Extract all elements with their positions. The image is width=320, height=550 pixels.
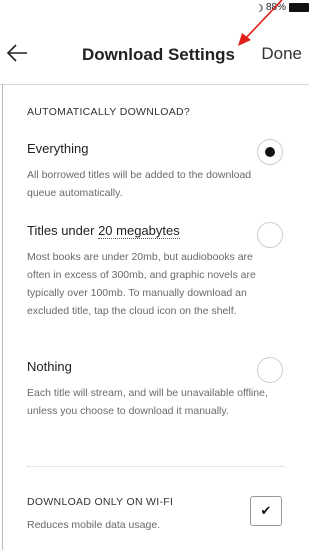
wifi-only-checkbox[interactable]: ✔ [250,496,282,526]
done-button[interactable]: Done [261,44,302,64]
navigation-bar: Download Settings Done [0,30,309,80]
option-everything-description: All borrowed titles will be added to the… [27,169,252,199]
radio-nothing[interactable] [257,357,283,383]
auto-download-section-label: AUTOMATICALLY DOWNLOAD? [27,106,191,118]
left-edge-rule [2,84,3,550]
status-bar: 88% [0,0,309,18]
option-titles-under-label[interactable]: Titles under 20 megabytes [27,223,180,239]
size-limit-link[interactable]: 20 megabytes [98,223,180,239]
option-titles-under-prefix: Titles under [27,223,99,238]
do-not-disturb-icon [255,4,263,12]
option-nothing-description: Each title will stream, and will be unav… [27,387,268,417]
section-divider [27,466,285,467]
radio-titles-under[interactable] [257,222,283,248]
option-everything-label[interactable]: Everything [27,141,88,156]
battery-percent: 88% [265,2,286,13]
radio-everything[interactable] [257,139,283,165]
status-indicators: 88% [255,2,309,13]
option-nothing-label[interactable]: Nothing [27,359,72,374]
checkmark-icon: ✔ [260,503,272,518]
wifi-only-description: Reduces mobile data usage. [27,519,161,531]
option-titles-under-description: Most books are under 20mb, but audiobook… [27,251,256,317]
battery-icon [289,3,309,12]
header-divider [0,84,309,85]
wifi-only-label: DOWNLOAD ONLY ON WI-FI [27,496,174,508]
